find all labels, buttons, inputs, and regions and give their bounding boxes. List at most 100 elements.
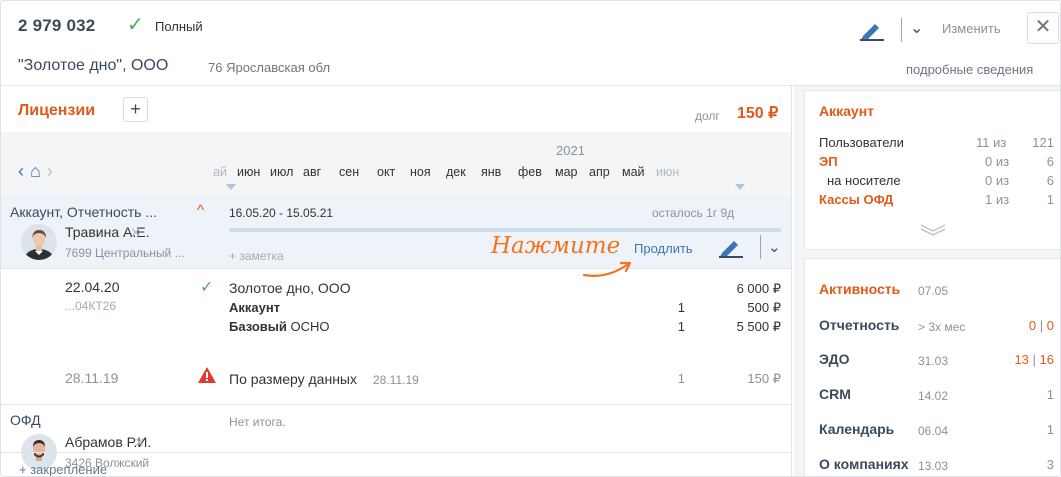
activity-label[interactable]: О компаниях [819,456,909,472]
company-region: 76 Ярославская обл [208,60,331,75]
line-item-amount: 5 500 ₽ [736,319,781,334]
pencil-icon[interactable] [717,235,745,259]
timeline [1,132,791,196]
license-title[interactable]: ОФД [10,412,41,428]
chevron-down-icon[interactable]: ⌄ [910,18,923,38]
license-total: Нет итога. [229,415,286,429]
debt-value: 150 ₽ [737,105,779,122]
check-icon: ✓ [127,14,144,36]
month-label[interactable]: июл [270,165,293,179]
month-label[interactable]: июн [237,165,260,179]
company-name[interactable]: "Золотое дно", ООО [18,57,168,75]
activity-label[interactable]: Отчетность [819,317,899,333]
month-label[interactable]: ай [213,165,227,179]
license-title[interactable]: Аккаунт, Отчетность ... [10,204,157,220]
timeline-start-marker [226,184,236,190]
divider [760,235,761,259]
account-stat-used: 1 из [985,192,1010,207]
warning-icon [198,367,216,383]
remove-icon[interactable]: ✕ [130,225,141,241]
activity-value: 0 | 0 [1028,318,1054,333]
month-label[interactable]: сен [339,165,359,179]
account-stat-label: на носителе [827,173,901,188]
account-stat-total: 121 [1032,135,1054,150]
license-status: Полный [155,19,203,34]
account-card-title[interactable]: Аккаунт [819,103,874,119]
timeline-year: 2021 [556,143,585,158]
activity-label[interactable]: Активность [819,281,900,297]
chevron-down-icon[interactable]: ⌄ [768,238,781,256]
month-label[interactable]: ноя [410,165,431,179]
home-icon[interactable]: ⌂ [30,161,47,181]
document-date: 22.04.20 [65,279,120,295]
details-link[interactable]: подробные сведения [906,62,1033,77]
timeline-nav: ‹⌂› [18,161,59,182]
activity-date: 13.03 [918,459,949,473]
line-item-qty: 1 [677,371,685,386]
divider [791,86,792,476]
month-label[interactable]: июн [656,165,679,179]
chevron-up-icon[interactable]: ^ [197,202,204,219]
activity-date: > 3х мес [918,320,966,334]
document-date: 28.11.19 [65,370,119,386]
change-button[interactable]: Изменить [942,21,1001,36]
activity-label[interactable]: CRM [819,386,851,402]
activity-date: 07.05 [918,284,949,298]
chevron-right-icon[interactable]: › [47,161,59,181]
activity-value: 1 [1046,422,1054,437]
account-stat-label[interactable]: ЭП [819,154,838,169]
chevron-left-icon[interactable]: ‹ [18,161,30,181]
divider [901,18,902,42]
activity-date: 14.02 [918,389,949,403]
activity-value: 1 [1046,387,1054,402]
account-stat-label[interactable]: Кассы ОФД [819,192,893,207]
month-label[interactable]: окт [377,165,395,179]
line-item-qty: 1 [677,319,685,334]
account-stat-used: 0 из [985,154,1010,169]
activity-label[interactable]: ЭДО [819,351,849,367]
renew-button[interactable]: Продлить [634,241,693,256]
line-item-qty: 1 [677,300,685,315]
license-period: 16.05.20 - 15.05.21 [229,206,334,220]
arrow-icon [581,255,637,284]
line-item-name: Базовый ОСНО [229,319,330,334]
month-label[interactable]: авг [303,165,321,179]
remove-icon[interactable]: ✕ [134,435,145,451]
pencil-icon[interactable] [859,19,885,41]
close-icon[interactable]: ✕ [1027,12,1059,44]
month-label[interactable]: фев [518,165,542,179]
document-title[interactable]: Золотое дно, ООО [229,280,351,296]
month-label[interactable]: мар [555,165,578,179]
add-binding-link[interactable]: + закрепление [19,462,107,476]
expand-icon[interactable] [920,223,946,240]
account-stat-total: 1 [1046,192,1054,207]
timeline-end-marker [735,184,745,190]
add-license-button[interactable]: + [123,97,148,122]
licenses-title: Лицензии [18,102,96,119]
line-item-name: Аккаунт [229,300,281,315]
month-label[interactable]: апр [589,165,610,179]
divider [1,452,791,453]
document-total: 6 000 ₽ [736,281,781,296]
license-number: 2 979 032 [18,16,96,35]
month-label[interactable]: янв [481,165,501,179]
month-label[interactable]: дек [446,165,466,179]
divider [1,404,791,405]
manager-branch: 7699 Центральный ... [65,246,185,260]
license-remaining: осталось 1г 9д [652,206,735,220]
avatar [21,224,57,260]
account-stat-total: 6 [1046,154,1054,169]
add-note-link[interactable]: + заметка [229,249,284,263]
document-title[interactable]: По размеру данных [229,371,357,387]
document-code: ...04КТ26 [65,299,117,313]
debt-label: долг [695,109,720,123]
document-total: 150 ₽ [747,371,781,386]
account-stat-total: 6 [1046,173,1054,188]
activity-label[interactable]: Календарь [819,421,894,437]
document-inline-date: 28.11.19 [373,373,419,387]
account-stat-used: 0 из [985,173,1010,188]
activity-date: 31.03 [918,354,949,368]
period-bar [229,228,781,232]
account-stat-used: 11 из [976,135,1007,150]
month-label[interactable]: май [622,165,645,179]
